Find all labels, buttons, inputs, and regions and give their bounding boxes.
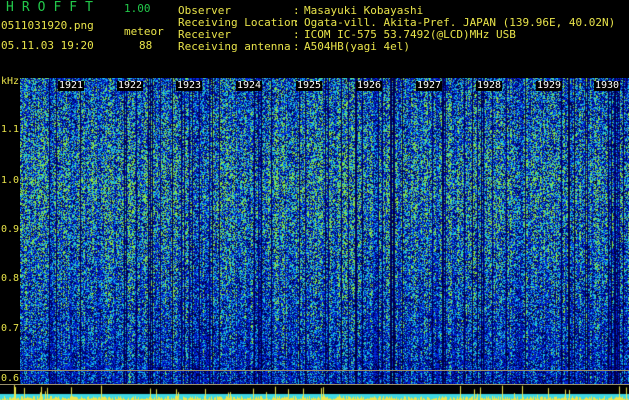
app-version: 1.00 bbox=[124, 2, 151, 15]
x-tick-label: 1929 bbox=[536, 80, 563, 91]
y-tick-label: 1.0 bbox=[1, 175, 20, 186]
antenna-value: A504HB(yagi 4el) bbox=[304, 40, 410, 53]
y-tick-label: 0.7 bbox=[1, 323, 20, 334]
antenna-colon: : bbox=[293, 40, 300, 53]
app-title: HROFFT bbox=[6, 0, 101, 15]
spectrogram bbox=[20, 78, 629, 385]
y-tick-label: 0.6 bbox=[1, 373, 20, 384]
signal-meter bbox=[0, 385, 629, 400]
antenna-label: Receiving antenna bbox=[178, 40, 291, 53]
y-tick-label: 0.9 bbox=[1, 224, 20, 235]
mode-label: meteor bbox=[124, 25, 164, 38]
x-tick-label: 1922 bbox=[117, 80, 144, 91]
reference-line bbox=[0, 384, 629, 385]
x-tick-label: 1927 bbox=[416, 80, 443, 91]
x-tick-label: 1921 bbox=[58, 80, 85, 91]
x-tick-label: 1924 bbox=[236, 80, 263, 91]
y-tick-label: 0.8 bbox=[1, 273, 20, 284]
timestamp: 05.11.03 19:20 bbox=[1, 39, 94, 52]
reference-line bbox=[0, 370, 629, 371]
count-value: 88 bbox=[139, 39, 153, 52]
x-tick-label: 1923 bbox=[176, 80, 203, 91]
x-tick-label: 1930 bbox=[594, 80, 621, 91]
file-name: 0511031920.png bbox=[1, 19, 94, 32]
x-tick-label: 1928 bbox=[476, 80, 503, 91]
y-axis-unit: kHz bbox=[1, 76, 20, 87]
x-tick-label: 1925 bbox=[296, 80, 323, 91]
y-tick-label: 1.1 bbox=[1, 124, 20, 135]
x-tick-label: 1926 bbox=[356, 80, 383, 91]
